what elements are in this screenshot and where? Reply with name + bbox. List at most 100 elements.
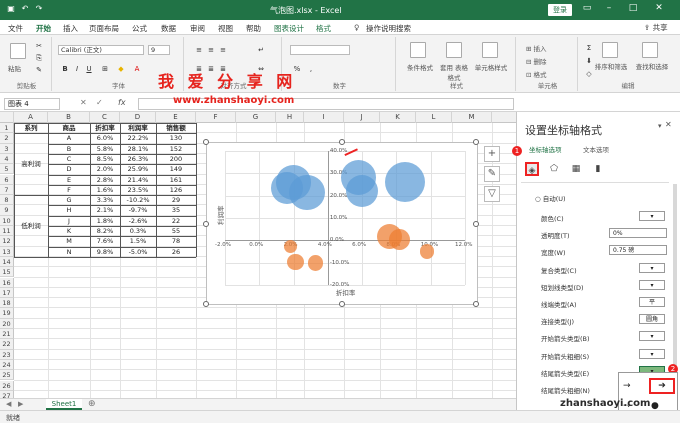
tab-help[interactable]: 帮助 — [246, 23, 261, 34]
table-header[interactable]: 利润率 — [120, 123, 156, 133]
comma-icon[interactable]: , — [306, 64, 316, 74]
save-icon[interactable]: ▣ — [6, 4, 16, 14]
sheet-next-icon[interactable]: ▶ — [18, 400, 23, 408]
pane-row-control[interactable]: ▾ — [639, 279, 665, 290]
table-cell[interactable]: F — [48, 185, 90, 195]
undo-icon[interactable]: ↶ — [20, 4, 30, 14]
pane-row-control[interactable]: ▾ — [639, 331, 665, 342]
italic-icon[interactable]: I — [72, 64, 82, 74]
find-select-icon[interactable] — [642, 42, 658, 58]
row-header[interactable]: 9 — [0, 205, 14, 216]
maximize-icon[interactable]: □ — [626, 3, 640, 13]
table-cell[interactable]: K — [48, 226, 90, 236]
row-header[interactable]: 21 — [0, 329, 14, 340]
table-cell[interactable]: J — [48, 216, 90, 226]
table-cell[interactable]: -5.0% — [120, 247, 156, 257]
fill-color-icon[interactable]: ◆ — [116, 64, 126, 74]
table-cell[interactable]: 2.8% — [90, 175, 120, 185]
fill-line-icon[interactable]: ◈ — [525, 162, 539, 176]
pane-row-control[interactable]: 0.75 磅 — [609, 245, 667, 256]
table-cell[interactable]: D — [48, 164, 90, 174]
column-header[interactable]: J — [344, 112, 380, 123]
table-cell[interactable]: 200 — [156, 154, 196, 164]
row-header[interactable]: 8 — [0, 195, 14, 206]
arrow-option-triangle-icon[interactable]: ➔ — [649, 378, 675, 394]
sort-filter-icon[interactable] — [602, 42, 618, 58]
table-cell[interactable]: 23.5% — [120, 185, 156, 195]
pane-options-icon[interactable]: ▾ — [658, 122, 662, 130]
table-cell[interactable]: 161 — [156, 175, 196, 185]
bold-icon[interactable]: B — [60, 64, 70, 74]
row-header[interactable]: 5 — [0, 164, 14, 175]
table-cell[interactable]: 25.9% — [120, 164, 156, 174]
row-header[interactable]: 11 — [0, 226, 14, 237]
table-cell[interactable]: 35 — [156, 205, 196, 215]
tab-chart-design[interactable]: 图表设计 — [274, 23, 304, 34]
name-box[interactable]: 图表 4 — [4, 98, 60, 110]
pane-row-control[interactable]: ▾ — [639, 262, 665, 273]
tab-file[interactable]: 文件 — [8, 23, 23, 34]
pane-close-icon[interactable]: ✕ — [665, 120, 672, 129]
table-cell[interactable]: 126 — [156, 185, 196, 195]
align-bottom-icon[interactable]: ≡ — [218, 45, 228, 55]
conditional-format-icon[interactable] — [410, 42, 426, 58]
paste-icon[interactable] — [10, 43, 26, 59]
table-cell[interactable]: 0.3% — [120, 226, 156, 236]
table-header[interactable]: 折扣率 — [90, 123, 120, 133]
delete-cells-button[interactable]: ⊟ 删除 — [526, 56, 547, 66]
chart-resize-handle[interactable] — [473, 139, 479, 145]
fill-icon[interactable]: ⬇ — [584, 56, 594, 66]
chart-resize-handle[interactable] — [473, 221, 479, 227]
cut-icon[interactable]: ✂ — [34, 41, 44, 51]
cancel-icon[interactable]: ✕ — [80, 98, 87, 107]
login-button[interactable]: 登录 — [548, 4, 572, 16]
column-header[interactable]: A — [14, 112, 48, 123]
column-header[interactable]: K — [380, 112, 416, 123]
font-color-icon[interactable]: A — [132, 64, 142, 74]
table-cell[interactable]: N — [48, 247, 90, 257]
copy-icon[interactable]: ⎘ — [34, 53, 44, 63]
table-cell[interactable]: -9.7% — [120, 205, 156, 215]
row-header[interactable]: 17 — [0, 287, 14, 299]
chart-styles-button[interactable]: ✎ — [484, 166, 500, 182]
row-header[interactable]: 22 — [0, 339, 14, 350]
table-format-icon[interactable] — [446, 42, 462, 58]
chart-elements-button[interactable]: + — [484, 146, 500, 162]
table-cell[interactable]: 22.2% — [120, 133, 156, 143]
table-cell[interactable]: 5.8% — [90, 144, 120, 154]
table-cell[interactable]: 1.6% — [90, 185, 120, 195]
format-painter-icon[interactable]: ✎ — [34, 65, 44, 75]
align-middle-icon[interactable]: ≡ — [206, 45, 216, 55]
row-header[interactable]: 7 — [0, 184, 14, 196]
row-header[interactable]: 13 — [0, 246, 14, 257]
table-cell[interactable]: 55 — [156, 226, 196, 236]
table-cell[interactable]: 3.3% — [90, 195, 120, 205]
table-cell[interactable]: 8.2% — [90, 226, 120, 236]
table-cell[interactable]: B — [48, 144, 90, 154]
row-header[interactable]: 14 — [0, 256, 14, 268]
pane-row-control[interactable]: ▾ — [639, 211, 665, 221]
column-header[interactable]: M — [452, 112, 492, 123]
table-cell[interactable]: G — [48, 195, 90, 205]
table-cell[interactable]: 149 — [156, 164, 196, 174]
sheet-prev-icon[interactable]: ◀ — [6, 400, 11, 408]
share-button[interactable]: ⇪ 共享 — [644, 22, 668, 33]
table-cell[interactable]: 21.4% — [120, 175, 156, 185]
tab-formulas[interactable]: 公式 — [132, 23, 147, 34]
row-header[interactable]: 3 — [0, 143, 14, 154]
pane-row-control[interactable]: 0% — [609, 228, 667, 239]
tab-text-options[interactable]: 文本选项 — [583, 144, 609, 154]
table-cell[interactable]: 1.8% — [90, 216, 120, 226]
row-header[interactable]: 19 — [0, 308, 14, 319]
chart-resize-handle[interactable] — [473, 301, 479, 307]
fx-icon[interactable]: fx — [118, 98, 126, 107]
column-header[interactable]: C — [90, 112, 120, 123]
minimize-icon[interactable]: – — [602, 3, 616, 13]
table-cell[interactable]: M — [48, 236, 90, 246]
column-header[interactable]: B — [48, 112, 90, 123]
table-cell[interactable]: 9.8% — [90, 247, 120, 257]
font-name-dropdown[interactable]: Calibri (正文) — [58, 45, 144, 55]
border-icon[interactable]: ⊞ — [100, 64, 110, 74]
axis-options-icon[interactable]: ▮ — [591, 162, 605, 176]
table-cell[interactable]: 152 — [156, 144, 196, 154]
